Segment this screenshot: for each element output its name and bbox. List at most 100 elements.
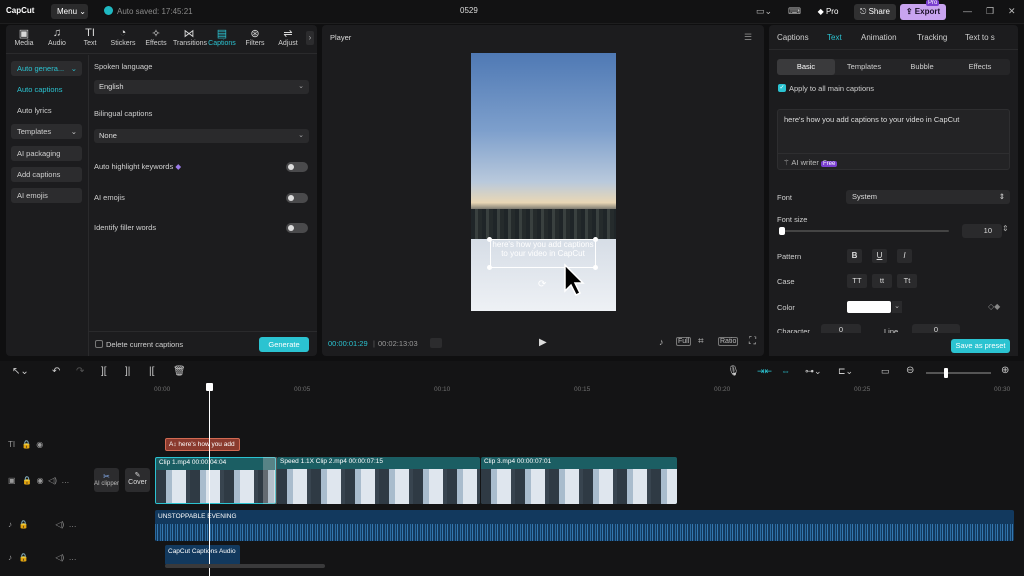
- resize-handle[interactable]: [487, 237, 492, 242]
- pattern-button[interactable]: U: [872, 249, 887, 263]
- color-swatch[interactable]: [847, 301, 891, 313]
- ai-clipper-button[interactable]: ✂ AI clipper: [94, 468, 119, 492]
- link-icon[interactable]: ⊶⌄: [805, 366, 822, 377]
- tiktok-icon[interactable]: ♪: [659, 337, 664, 347]
- case-button[interactable]: Tt: [897, 274, 917, 288]
- sidebar-item[interactable]: AI packaging: [11, 146, 82, 161]
- properties-tab[interactable]: Text: [827, 33, 842, 42]
- lock-icon[interactable]: 🔒: [22, 440, 32, 449]
- resize-handle[interactable]: [593, 237, 598, 242]
- ai-emojis-toggle[interactable]: [286, 193, 308, 203]
- properties-tab[interactable]: Captions: [777, 33, 809, 42]
- close-icon[interactable]: ✕: [1008, 6, 1016, 17]
- text-subtab[interactable]: Bubble: [893, 59, 951, 75]
- timecode-grid-icon[interactable]: [430, 338, 442, 348]
- cover-button[interactable]: ✎ Cover: [125, 468, 150, 492]
- maximize-icon[interactable]: ❐: [986, 6, 994, 17]
- minimize-icon[interactable]: —: [963, 6, 972, 16]
- spoken-language-select[interactable]: English ⌄: [94, 80, 309, 94]
- case-button[interactable]: TT: [847, 274, 867, 288]
- caption-audio-clip[interactable]: CapCut Captions Audio: [165, 545, 240, 565]
- more-icon[interactable]: …: [61, 476, 69, 485]
- timeline-scrollbar[interactable]: [165, 564, 325, 568]
- eye-icon[interactable]: ◉: [37, 476, 44, 485]
- delete-left-icon[interactable]: ]|: [125, 366, 130, 377]
- pattern-button[interactable]: B: [847, 249, 862, 263]
- bilingual-captions-select[interactable]: None ⌄: [94, 129, 309, 143]
- playhead[interactable]: [209, 385, 210, 576]
- video-clip-1[interactable]: Clip 1.mp4 00:00:04:04: [155, 457, 276, 504]
- project-title[interactable]: 0529: [460, 6, 478, 15]
- main-track-magnet-icon[interactable]: ⇥⇤: [757, 366, 772, 377]
- volume-icon[interactable]: ◁): [55, 553, 64, 562]
- tool-tab-text[interactable]: TI Text: [74, 27, 106, 47]
- zoom-out-icon[interactable]: ⊖: [906, 365, 914, 376]
- play-icon[interactable]: ▶: [539, 337, 547, 348]
- transition-marker[interactable]: [263, 457, 277, 504]
- export-button[interactable]: ⇪ Export: [900, 4, 946, 20]
- shortcuts-icon[interactable]: ⌨: [788, 6, 801, 17]
- fullscreen-icon[interactable]: ⛶: [749, 336, 756, 347]
- microphone-icon[interactable]: 🎙: [727, 366, 740, 377]
- highlight-keywords-toggle[interactable]: [286, 162, 308, 172]
- text-subtab[interactable]: Templates: [835, 59, 893, 75]
- pattern-button[interactable]: I: [897, 249, 912, 263]
- caption-clip[interactable]: A↕ here's how you add: [165, 438, 240, 451]
- properties-tab[interactable]: Tracking: [917, 33, 947, 42]
- rotate-icon[interactable]: ⟳: [538, 279, 546, 290]
- sidebar-item[interactable]: Templates ⌄: [11, 124, 82, 139]
- generate-button[interactable]: Generate: [259, 337, 309, 352]
- apply-all-checkbox[interactable]: ✓: [778, 84, 786, 92]
- ratio-button[interactable]: Ratio: [718, 337, 739, 346]
- tools-next-button[interactable]: ›: [306, 31, 314, 45]
- volume-icon[interactable]: ◁): [55, 520, 64, 529]
- color-dropdown[interactable]: ⌄: [892, 301, 902, 313]
- more-icon[interactable]: …: [69, 520, 77, 529]
- tool-tab-captions[interactable]: ▤ Captions: [206, 27, 238, 47]
- layout-icon[interactable]: ▭⌄: [756, 6, 772, 17]
- sidebar-item[interactable]: Add captions: [11, 167, 82, 182]
- tool-tab-stickers[interactable]: ◔ Stickers: [107, 27, 139, 47]
- sidebar-item[interactable]: Auto lyrics: [11, 103, 82, 118]
- delete-captions-checkbox[interactable]: [95, 340, 103, 348]
- lock-icon[interactable]: 🔒: [19, 520, 29, 529]
- zoom-slider[interactable]: [926, 368, 991, 378]
- properties-tab[interactable]: Animation: [861, 33, 897, 42]
- tool-tab-transitions[interactable]: ⋈ Transitions: [173, 27, 207, 47]
- video-preview[interactable]: here's how you add captions to your vide…: [471, 53, 616, 311]
- lock-icon[interactable]: 🔒: [19, 553, 29, 562]
- font-size-slider[interactable]: [779, 227, 949, 235]
- undo-icon[interactable]: ↶: [52, 366, 60, 377]
- trash-icon[interactable]: 🗑: [173, 366, 186, 377]
- playhead-handle[interactable]: [206, 383, 213, 391]
- case-button[interactable]: tt: [872, 274, 892, 288]
- save-preset-button[interactable]: Save as preset: [951, 339, 1010, 353]
- properties-tab[interactable]: Text to s: [965, 33, 995, 42]
- redo-icon[interactable]: ↷: [76, 366, 84, 377]
- caption-text-input[interactable]: here's how you add captions to your vide…: [777, 109, 1010, 170]
- sidebar-item[interactable]: AI emojis: [11, 188, 82, 203]
- menu-button[interactable]: Menu ⌄: [51, 4, 88, 19]
- keyframe-icon[interactable]: ◇◆: [988, 302, 1000, 311]
- tool-tab-adjust[interactable]: ⇌ Adjust: [272, 27, 304, 47]
- resize-handle[interactable]: [593, 265, 598, 270]
- auto-snap-icon[interactable]: ⇔: [781, 366, 790, 376]
- ai-writer-button[interactable]: ⚚ AI writer Free: [783, 158, 838, 167]
- stepper-icon[interactable]: ⇕: [1002, 224, 1009, 233]
- text-subtab[interactable]: Effects: [951, 59, 1009, 75]
- tool-tab-media[interactable]: ▣ Media: [8, 27, 40, 47]
- share-button[interactable]: ⎋ Share: [854, 4, 896, 20]
- slider-handle[interactable]: [944, 368, 948, 378]
- eye-icon[interactable]: ◉: [36, 440, 43, 449]
- crop-icon[interactable]: ⌗: [698, 336, 704, 347]
- delete-right-icon[interactable]: |[: [149, 366, 154, 377]
- player-menu-icon[interactable]: ☰: [744, 32, 752, 43]
- sidebar-item[interactable]: Auto captions: [11, 82, 82, 97]
- tool-tab-audio[interactable]: ♫ Audio: [41, 27, 73, 47]
- video-clip-3[interactable]: Clip 3.mp4 00:00:07:01: [481, 457, 677, 504]
- pro-button[interactable]: ◆ Pro: [812, 5, 844, 19]
- filler-words-toggle[interactable]: [286, 223, 308, 233]
- text-subtab[interactable]: Basic: [777, 59, 835, 75]
- volume-icon[interactable]: ◁): [48, 476, 57, 485]
- font-select[interactable]: System ⇕: [846, 190, 1010, 204]
